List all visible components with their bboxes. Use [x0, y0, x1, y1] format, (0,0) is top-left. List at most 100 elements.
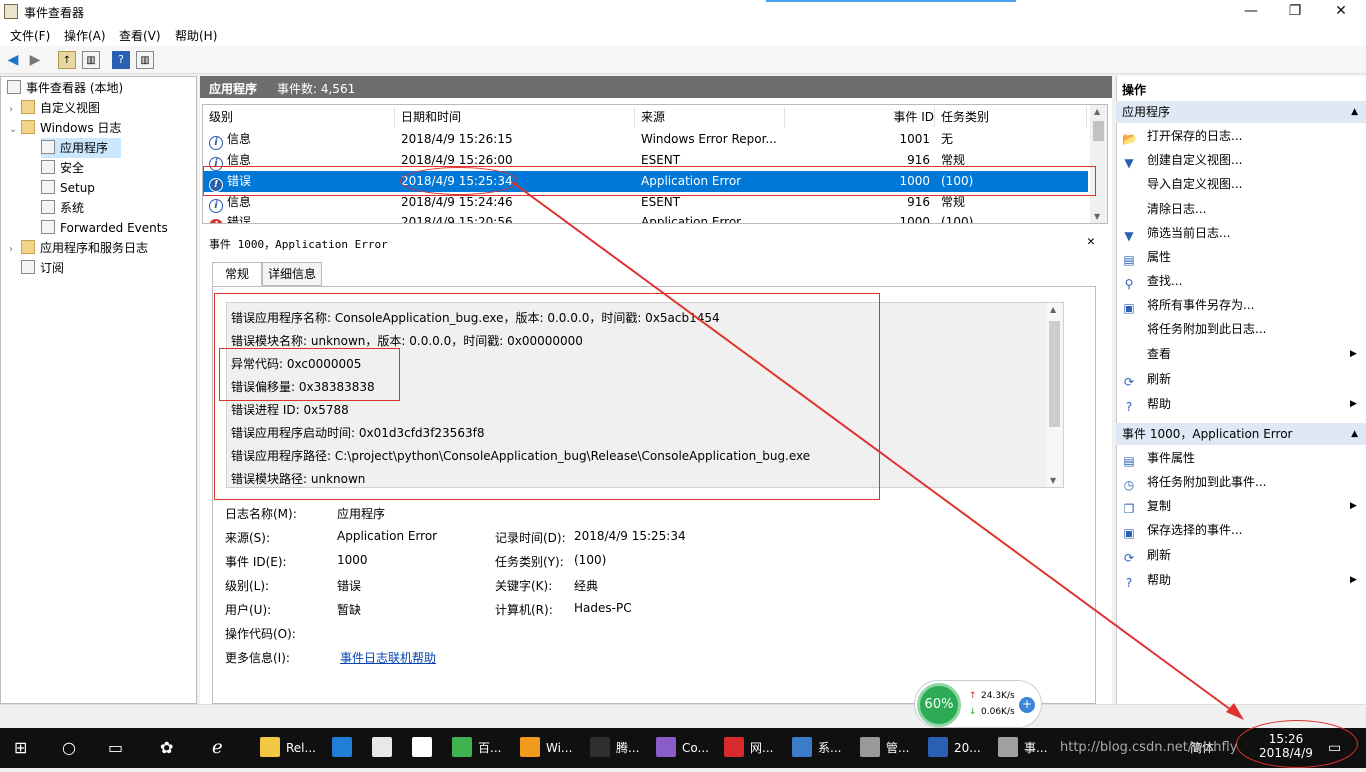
- collapse-icon[interactable]: ⌄: [9, 120, 21, 140]
- scroll-down-icon[interactable]: ▼: [1050, 476, 1056, 485]
- submenu-arrow-icon[interactable]: ▶: [1350, 399, 1357, 409]
- actions-section-application[interactable]: 应用程序 ▲: [1116, 101, 1366, 123]
- menu-view[interactable]: 查看(V): [119, 27, 161, 44]
- column-task-category[interactable]: 任务类别: [941, 107, 1087, 127]
- detail-close-icon[interactable]: ✕: [1087, 234, 1095, 249]
- message-scrollbar[interactable]: ▲ ▼: [1046, 303, 1063, 487]
- show-hide-action-pane-icon[interactable]: ▥: [136, 51, 154, 69]
- tree-item-subscriptions[interactable]: 订阅: [21, 258, 64, 278]
- action-item[interactable]: ▼ 创建自定义视图...: [1122, 149, 1242, 171]
- action-item[interactable]: ? 帮助: [1122, 569, 1171, 591]
- taskbar-app[interactable]: 腾...: [590, 728, 639, 768]
- submenu-arrow-icon[interactable]: ▶: [1350, 349, 1357, 359]
- notification-icon[interactable]: ▭: [1328, 728, 1341, 768]
- clock[interactable]: 15:26 2018/4/9: [1256, 732, 1316, 772]
- action-item[interactable]: ▣ 保存选择的事件...: [1122, 519, 1242, 541]
- action-item[interactable]: 导入自定义视图...: [1122, 173, 1242, 195]
- action-item[interactable]: ❐ 复制: [1122, 495, 1171, 517]
- start-button[interactable]: ⊞: [14, 728, 27, 768]
- close-button[interactable]: ✕: [1318, 0, 1364, 24]
- taskbar-app[interactable]: [332, 728, 358, 768]
- tab-general[interactable]: 常规: [212, 262, 262, 286]
- search-icon[interactable]: ○: [62, 728, 76, 768]
- collapse-up-icon[interactable]: ▲: [1351, 423, 1358, 445]
- action-item[interactable]: ⟳ 刷新: [1122, 368, 1171, 390]
- collapse-up-icon[interactable]: ▲: [1351, 101, 1358, 123]
- table-row[interactable]: !错误 2018/4/9 15:20:56 Application Error …: [204, 213, 1088, 223]
- tree-item-security[interactable]: 安全: [41, 158, 84, 178]
- pinwheel-app-icon[interactable]: ✿: [160, 728, 173, 768]
- prop-logname-value: 应用程序: [337, 507, 386, 521]
- submenu-arrow-icon[interactable]: ▶: [1350, 575, 1357, 585]
- event-list-scrollbar[interactable]: ▲ ▼: [1090, 105, 1107, 223]
- action-item[interactable]: ⟳ 刷新: [1122, 544, 1171, 566]
- memory-usage-ball[interactable]: 60%: [917, 683, 961, 727]
- back-arrow-icon[interactable]: ◀: [4, 51, 22, 69]
- maximize-button[interactable]: ❐: [1272, 0, 1318, 24]
- up-folder-icon[interactable]: ↑: [58, 51, 76, 69]
- taskbar-app[interactable]: Wi...: [520, 728, 572, 768]
- tree-item-windows-logs[interactable]: ⌄ Windows 日志: [9, 118, 121, 138]
- taskbar-app[interactable]: 20...: [928, 728, 981, 768]
- task-view-icon[interactable]: ▭: [108, 728, 123, 768]
- tree-item-app-service-logs[interactable]: › 应用程序和服务日志: [9, 238, 148, 258]
- menu-file[interactable]: 文件(F): [10, 27, 50, 44]
- action-item[interactable]: ◷ 将任务附加到此事件...: [1122, 471, 1267, 493]
- tree-item-application[interactable]: 应用程序: [41, 138, 121, 158]
- scroll-up-icon[interactable]: ▲: [1050, 305, 1056, 314]
- action-item[interactable]: ? 帮助: [1122, 393, 1171, 415]
- column-datetime[interactable]: 日期和时间: [401, 107, 635, 127]
- event-detail-header: 事件 1000，Application Error ✕: [202, 232, 1108, 252]
- event-message-box[interactable]: 错误应用程序名称: ConsoleApplication_bug.exe，版本:…: [226, 302, 1064, 488]
- scroll-down-icon[interactable]: ▼: [1094, 212, 1100, 221]
- action-item[interactable]: ▣ 将所有事件另存为...: [1122, 294, 1254, 316]
- tree-item-forwarded-events[interactable]: Forwarded Events: [41, 218, 168, 238]
- action-item[interactable]: ▤ 属性: [1122, 246, 1171, 268]
- ie-browser-icon[interactable]: ℯ: [212, 728, 223, 768]
- action-item[interactable]: ⚲ 查找...: [1122, 270, 1183, 292]
- taskbar-app[interactable]: 百...: [452, 728, 501, 768]
- action-item[interactable]: 📂 打开保存的日志...: [1122, 125, 1242, 147]
- plus-icon[interactable]: +: [1019, 697, 1035, 713]
- taskbar-app[interactable]: [372, 728, 398, 768]
- expand-icon[interactable]: ›: [9, 100, 21, 120]
- actions-section-event[interactable]: 事件 1000，Application Error ▲: [1116, 423, 1366, 445]
- taskbar-app[interactable]: 系...: [792, 728, 841, 768]
- menu-action[interactable]: 操作(A): [64, 27, 106, 44]
- column-level[interactable]: 级别: [209, 107, 395, 127]
- action-item[interactable]: ▤ 事件属性: [1122, 447, 1195, 469]
- taskbar-app[interactable]: [412, 728, 438, 768]
- tree-item-system[interactable]: 系统: [41, 198, 84, 218]
- tree-root[interactable]: 事件查看器 (本地): [7, 78, 123, 98]
- tab-details[interactable]: 详细信息: [262, 262, 322, 286]
- action-item[interactable]: 清除日志...: [1122, 198, 1206, 220]
- forward-arrow-icon[interactable]: ▶: [26, 51, 44, 69]
- taskbar-app[interactable]: Rel...: [260, 728, 316, 768]
- minimize-button[interactable]: —: [1228, 0, 1274, 24]
- action-item[interactable]: 将任务附加到此日志...: [1122, 318, 1266, 340]
- scroll-thumb[interactable]: [1093, 121, 1104, 141]
- taskbar-app[interactable]: Co...: [656, 728, 709, 768]
- table-row[interactable]: i 信息 2018/4/9 15:26:00 ESENT 916 常规: [204, 150, 1088, 171]
- taskbar-app[interactable]: 管...: [860, 728, 909, 768]
- table-row-selected[interactable]: ! 错误 2018/4/9 15:25:34 Application Error …: [204, 171, 1088, 192]
- expand-icon[interactable]: ›: [9, 240, 21, 260]
- submenu-arrow-icon[interactable]: ▶: [1350, 501, 1357, 511]
- help-icon[interactable]: ?: [112, 51, 130, 69]
- tree-item-setup[interactable]: Setup: [41, 178, 95, 198]
- action-item[interactable]: ▼ 筛选当前日志...: [1122, 222, 1230, 244]
- action-item[interactable]: 查看: [1122, 343, 1171, 365]
- table-row[interactable]: i 信息 2018/4/9 15:26:15 Windows Error Repo…: [204, 129, 1088, 150]
- scroll-thumb[interactable]: [1049, 321, 1060, 427]
- tree-item-custom-views[interactable]: › 自定义视图: [9, 98, 100, 118]
- table-row[interactable]: i 信息 2018/4/9 15:24:46 ESENT 916 常规: [204, 192, 1088, 213]
- network-speed-widget[interactable]: 60% ↑ 24.3K/s ↓ 0.06K/s +: [914, 680, 1042, 728]
- scroll-up-icon[interactable]: ▲: [1094, 107, 1100, 116]
- column-event-id[interactable]: 事件 ID: [889, 107, 935, 127]
- menu-help[interactable]: 帮助(H): [175, 27, 217, 44]
- column-source[interactable]: 来源: [641, 107, 785, 127]
- taskbar-app[interactable]: 网...: [724, 728, 773, 768]
- show-hide-tree-icon[interactable]: ▥: [82, 51, 100, 69]
- taskbar-app[interactable]: 事...: [998, 728, 1047, 768]
- online-help-link[interactable]: 事件日志联机帮助: [340, 649, 436, 666]
